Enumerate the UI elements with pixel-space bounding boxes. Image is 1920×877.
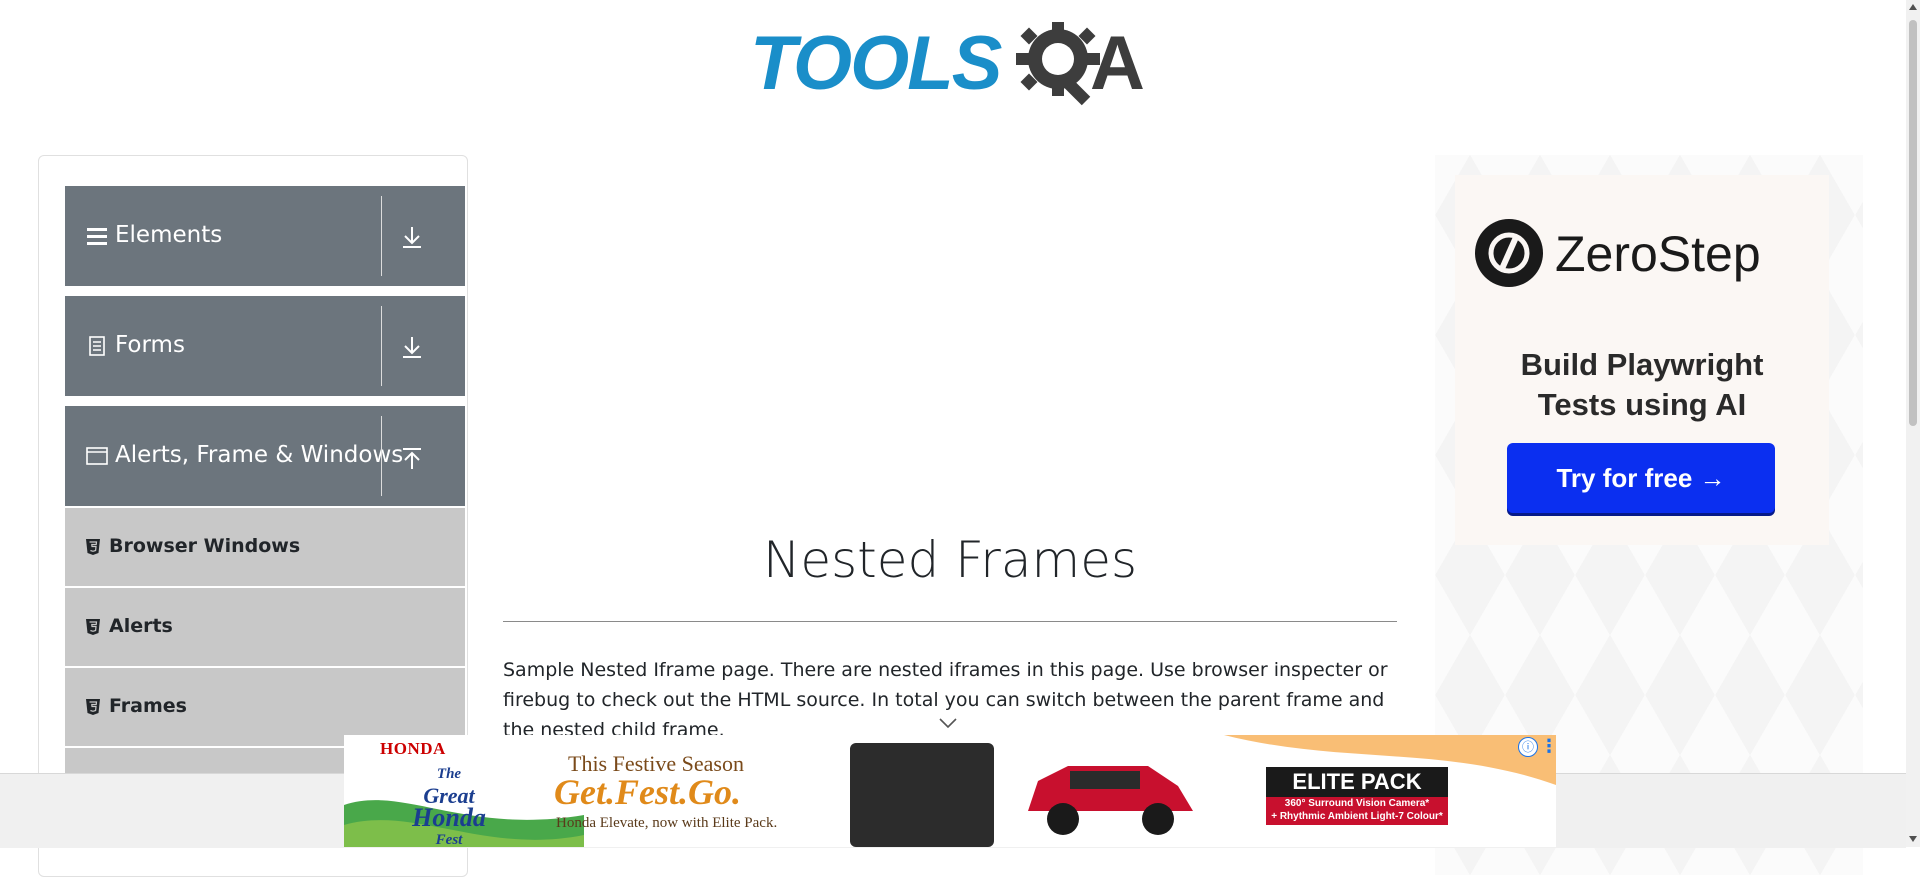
html5-shield-icon xyxy=(86,539,100,555)
menu-item-label: Alerts xyxy=(109,615,173,637)
elite-pack-badge: ELITE PACK 360° Surround Vision Camera* … xyxy=(1266,767,1448,825)
group-forms-label: Forms xyxy=(115,332,185,358)
zerostep-ad-card[interactable]: ZeroStep Build Playwright Tests using AI… xyxy=(1455,175,1829,545)
logo-text-a: A xyxy=(1090,21,1145,106)
html5-shield-icon xyxy=(86,699,100,715)
page-title: Nested Frames xyxy=(762,531,1138,589)
divider xyxy=(381,196,382,276)
try-for-free-button[interactable]: Try for free → xyxy=(1507,443,1775,513)
fest-line-1: The xyxy=(436,766,462,782)
download-arrow-icon[interactable] xyxy=(397,332,427,362)
infotainment-screen-image xyxy=(850,743,994,847)
elite-sub-line-1: 360° Surround Vision Camera* xyxy=(1284,798,1430,809)
great-honda-fest-logo: The Great Honda Fest xyxy=(384,763,514,847)
group-alerts-frame-windows[interactable]: Alerts, Frame & Windows xyxy=(65,406,465,506)
scroll-down-arrow-icon[interactable] xyxy=(1909,836,1917,842)
divider xyxy=(381,306,382,386)
document-icon xyxy=(89,336,105,356)
hamburger-icon xyxy=(87,228,107,245)
toolsqa-logo[interactable]: TOOLS A xyxy=(750,18,1156,114)
html5-shield-icon xyxy=(86,619,100,635)
group-forms[interactable]: Forms xyxy=(65,296,465,396)
fest-line-4: Fest xyxy=(435,832,463,847)
title-divider xyxy=(503,621,1397,622)
group-alerts-label: Alerts, Frame & Windows xyxy=(115,442,404,468)
page-description: Sample Nested Iframe page. There are nes… xyxy=(503,659,1388,741)
menu-item-browser-windows[interactable]: Browser Windows xyxy=(65,508,465,588)
zerostep-brand: ZeroStep xyxy=(1555,226,1761,282)
menu-item-alerts[interactable]: Alerts xyxy=(65,588,465,668)
ad-menu-icon[interactable]: ⋮ xyxy=(1540,737,1556,757)
menu-item-label: Frames xyxy=(109,695,187,717)
zerostep-tagline: Build Playwright Tests using AI xyxy=(1455,345,1829,425)
honda-bottom-ad[interactable]: HONDA The Great Honda Fest This Festive … xyxy=(344,735,1556,847)
elite-pack-title: ELITE PACK xyxy=(1292,769,1422,794)
logo-text-tools: TOOLS xyxy=(750,21,1002,106)
honda-brand: HONDA xyxy=(380,739,446,758)
chevron-down-icon[interactable] xyxy=(938,716,958,730)
ad-info-icon[interactable]: ⓘ xyxy=(1518,737,1538,757)
zerostep-logo-icon xyxy=(1475,219,1543,287)
elite-sub-line-2: + Rhythmic Ambient Light-7 Colour* xyxy=(1271,811,1443,822)
divider xyxy=(381,416,382,496)
menu-item-label: Browser Windows xyxy=(109,535,301,557)
window-icon xyxy=(86,447,108,465)
scroll-up-arrow-icon[interactable] xyxy=(1909,4,1917,10)
upload-arrow-icon[interactable] xyxy=(397,442,427,472)
elevate-subline: Honda Elevate, now with Elite Pack. xyxy=(556,815,778,831)
elite-pack-subtitle: 360° Surround Vision Camera* + Rhythmic … xyxy=(1266,797,1448,825)
tagline-line-1: Build Playwright xyxy=(1520,347,1764,382)
get-fest-go-slogan: Get.Fest.Go. xyxy=(554,772,741,812)
download-arrow-icon[interactable] xyxy=(397,222,427,252)
group-elements-label: Elements xyxy=(115,222,223,248)
scroll-thumb[interactable] xyxy=(1909,20,1917,426)
vertical-scrollbar[interactable] xyxy=(1906,0,1920,847)
fest-line-3: Honda xyxy=(412,803,486,832)
tagline-line-2: Tests using AI xyxy=(1537,387,1747,422)
group-elements[interactable]: Elements xyxy=(65,186,465,286)
